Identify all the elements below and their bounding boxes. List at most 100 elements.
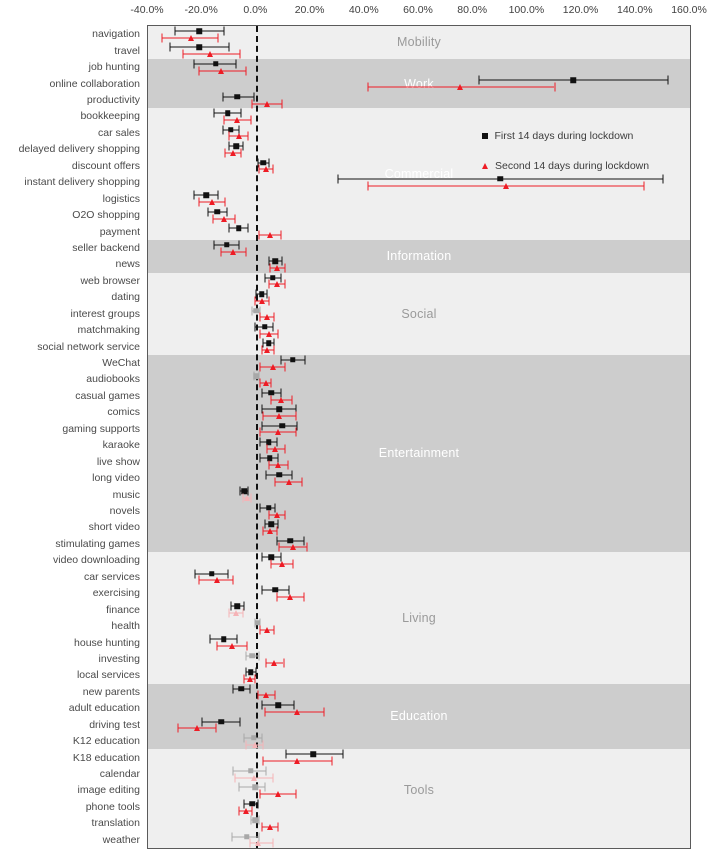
- square-marker[interactable]: [276, 472, 283, 478]
- square-marker[interactable]: [252, 817, 258, 823]
- triangle-marker[interactable]: [264, 314, 271, 321]
- triangle-marker[interactable]: [193, 725, 200, 732]
- triangle-marker[interactable]: [275, 429, 282, 436]
- square-marker[interactable]: [253, 307, 260, 314]
- legend-item-second[interactable]: Second 14 days during lockdown: [482, 151, 690, 181]
- triangle-marker[interactable]: [246, 675, 253, 682]
- error-bar-cap: [251, 99, 253, 109]
- triangle-marker[interactable]: [279, 560, 286, 567]
- triangle-marker[interactable]: [265, 330, 272, 337]
- error-bar-cap: [281, 256, 283, 266]
- triangle-marker[interactable]: [188, 34, 195, 41]
- square-marker[interactable]: [275, 702, 281, 708]
- square-marker[interactable]: [268, 521, 275, 527]
- triangle-marker[interactable]: [262, 166, 269, 173]
- square-marker[interactable]: [248, 768, 254, 774]
- square-marker[interactable]: [260, 159, 266, 166]
- legend-item-first[interactable]: First 14 days during lockdown: [482, 121, 690, 151]
- square-marker[interactable]: [265, 340, 272, 347]
- square-marker[interactable]: [196, 44, 203, 51]
- triangle-marker[interactable]: [266, 823, 273, 830]
- triangle-marker[interactable]: [207, 51, 214, 58]
- square-marker[interactable]: [196, 28, 203, 34]
- square-marker[interactable]: [252, 784, 258, 790]
- triangle-marker[interactable]: [258, 297, 265, 304]
- triangle-marker[interactable]: [233, 610, 240, 617]
- triangle-marker[interactable]: [289, 544, 296, 551]
- triangle-marker[interactable]: [214, 577, 221, 584]
- square-marker[interactable]: [238, 685, 245, 692]
- error-bar-cap: [217, 190, 219, 200]
- triangle-marker[interactable]: [271, 659, 277, 666]
- triangle-marker[interactable]: [220, 215, 227, 222]
- square-marker[interactable]: [223, 241, 230, 248]
- triangle-marker[interactable]: [243, 495, 250, 502]
- square-marker[interactable]: [570, 77, 577, 84]
- triangle-marker[interactable]: [285, 478, 292, 485]
- triangle-marker[interactable]: [252, 741, 259, 748]
- square-marker[interactable]: [287, 537, 294, 544]
- triangle-marker[interactable]: [273, 264, 280, 271]
- error-bar-cap: [259, 312, 261, 322]
- y-tick-label: dating: [111, 291, 140, 304]
- square-marker[interactable]: [203, 192, 209, 199]
- square-marker[interactable]: [310, 751, 317, 758]
- triangle-marker[interactable]: [262, 380, 269, 387]
- square-marker[interactable]: [272, 258, 279, 264]
- square-marker[interactable]: [213, 61, 219, 67]
- triangle-marker[interactable]: [294, 708, 301, 715]
- triangle-marker[interactable]: [266, 528, 273, 535]
- triangle-marker[interactable]: [250, 774, 257, 781]
- triangle-marker[interactable]: [266, 232, 273, 239]
- error-bar-cap: [212, 214, 214, 224]
- square-marker[interactable]: [279, 422, 285, 429]
- triangle-marker[interactable]: [273, 511, 280, 518]
- triangle-marker[interactable]: [264, 347, 271, 354]
- square-marker[interactable]: [234, 94, 241, 100]
- square-marker[interactable]: [276, 406, 283, 412]
- triangle-marker[interactable]: [277, 396, 284, 403]
- triangle-marker[interactable]: [208, 199, 215, 206]
- square-marker[interactable]: [253, 373, 260, 379]
- triangle-marker[interactable]: [275, 462, 282, 469]
- square-marker[interactable]: [233, 143, 239, 149]
- triangle-marker[interactable]: [287, 593, 294, 600]
- triangle-marker[interactable]: [294, 758, 301, 765]
- square-marker[interactable]: [250, 735, 257, 741]
- triangle-marker[interactable]: [275, 791, 282, 798]
- triangle-marker[interactable]: [262, 692, 269, 699]
- square-marker[interactable]: [225, 110, 231, 116]
- square-marker[interactable]: [221, 636, 227, 643]
- square-marker[interactable]: [290, 357, 296, 363]
- square-marker[interactable]: [218, 718, 224, 725]
- legend-label-first: First 14 days during lockdown: [494, 130, 634, 142]
- triangle-marker[interactable]: [235, 133, 242, 140]
- square-marker[interactable]: [214, 209, 220, 215]
- square-marker[interactable]: [208, 570, 215, 577]
- triangle-marker[interactable]: [269, 363, 276, 370]
- triangle-marker[interactable]: [229, 643, 235, 650]
- triangle-marker[interactable]: [230, 149, 237, 156]
- error-bar-cap: [264, 273, 266, 283]
- triangle-marker[interactable]: [272, 445, 279, 452]
- error-bar-cap: [177, 723, 179, 733]
- triangle-marker[interactable]: [234, 117, 241, 124]
- triangle-marker[interactable]: [264, 100, 271, 107]
- triangle-marker[interactable]: [254, 840, 261, 847]
- triangle-marker[interactable]: [230, 248, 237, 255]
- square-marker[interactable]: [259, 291, 265, 297]
- square-marker[interactable]: [236, 225, 242, 232]
- square-marker[interactable]: [248, 669, 254, 675]
- triangle-marker[interactable]: [273, 281, 280, 288]
- triangle-marker[interactable]: [264, 626, 271, 633]
- square-marker[interactable]: [249, 652, 256, 659]
- triangle-marker[interactable]: [276, 412, 283, 419]
- triangle-marker[interactable]: [242, 807, 249, 814]
- square-marker[interactable]: [261, 324, 268, 330]
- triangle-marker[interactable]: [456, 84, 463, 91]
- triangle-marker[interactable]: [218, 67, 225, 74]
- triangle-marker[interactable]: [502, 182, 509, 189]
- error-bar-cap: [213, 108, 215, 118]
- square-marker[interactable]: [234, 603, 241, 610]
- square-marker[interactable]: [269, 274, 276, 281]
